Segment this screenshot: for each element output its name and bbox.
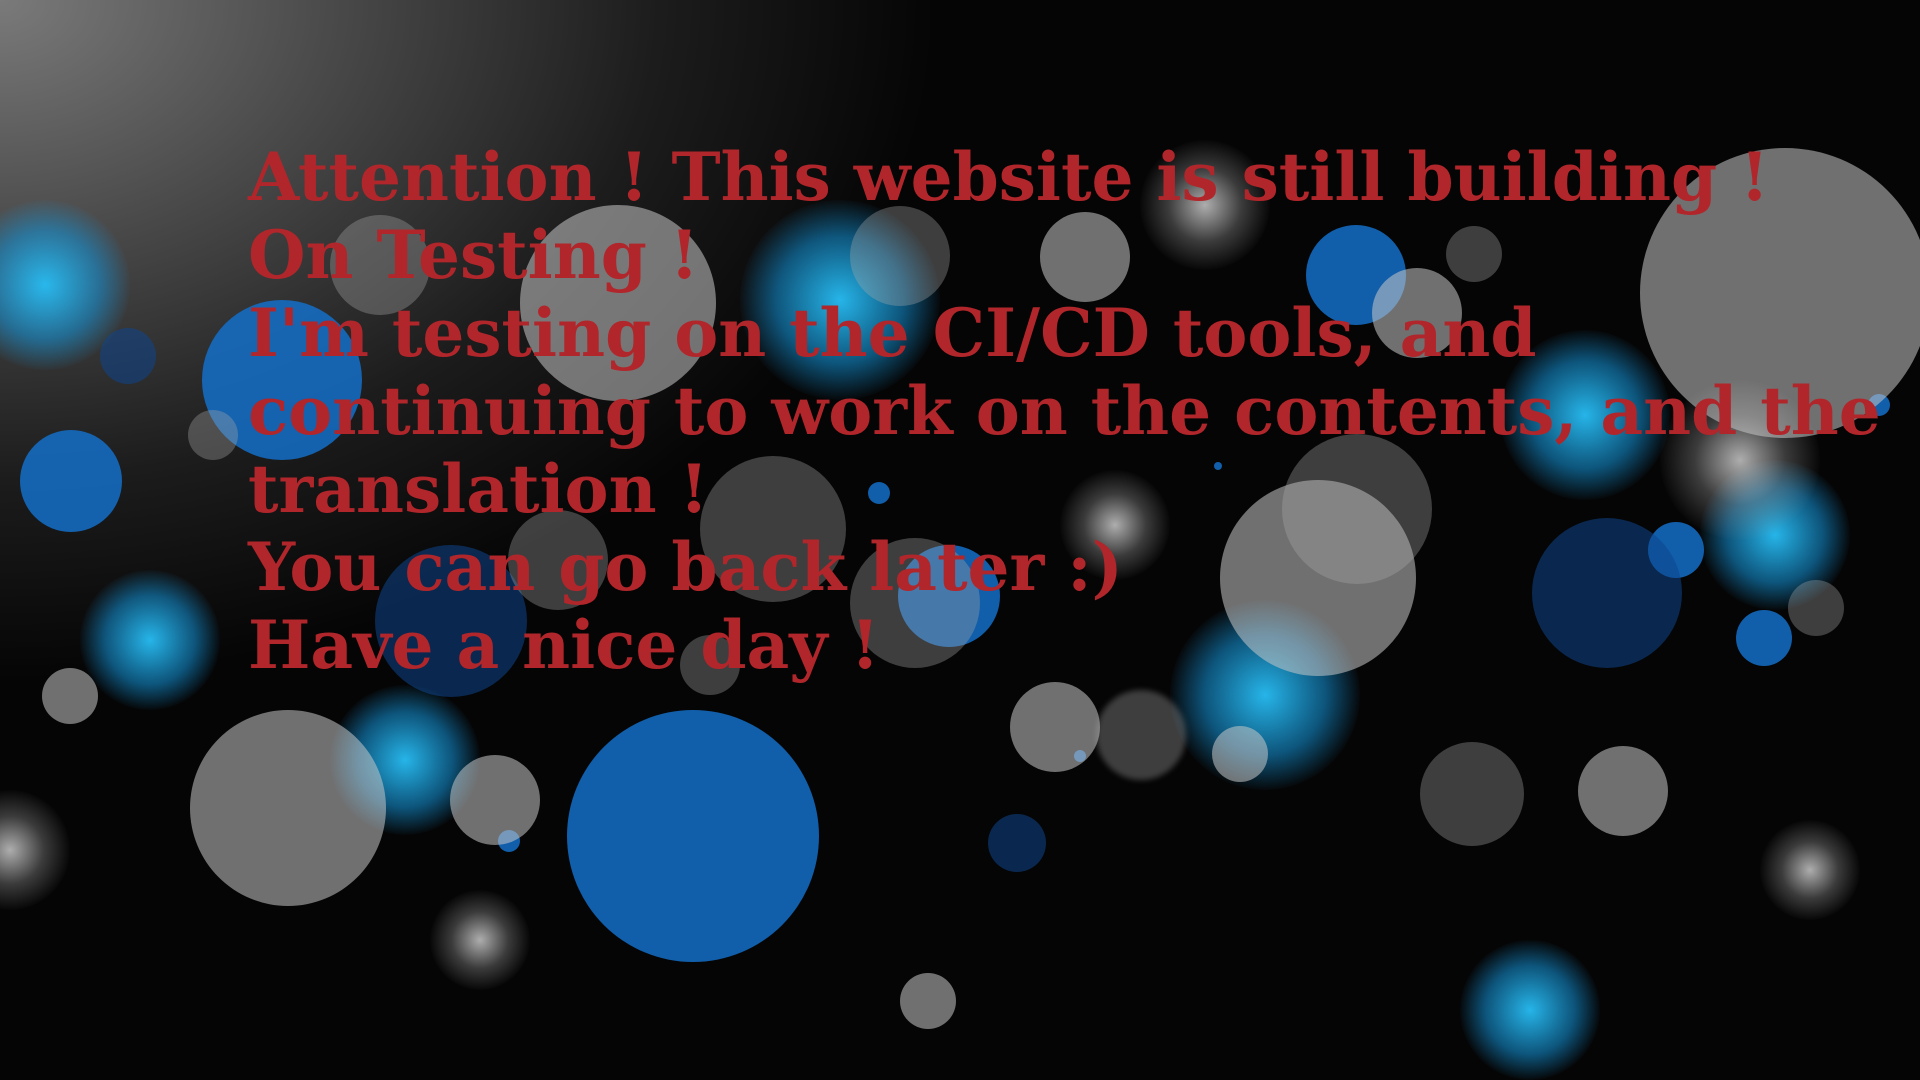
- bokeh-circle: [42, 668, 98, 724]
- bokeh-circle: [988, 814, 1046, 872]
- bokeh-circle: [188, 410, 238, 460]
- bokeh-circle: [567, 710, 819, 962]
- bokeh-circle: [190, 710, 386, 906]
- bokeh-circle: [1460, 940, 1600, 1080]
- notice-line-contents: continuing to work on the contents, and …: [248, 372, 1881, 450]
- bokeh-circle: [80, 570, 220, 710]
- notice-line-translation: translation !: [248, 450, 709, 528]
- bokeh-circle: [430, 890, 530, 990]
- background-stage: Attention ! This website is still buildi…: [0, 0, 1920, 1080]
- bokeh-circle: [1420, 742, 1524, 846]
- construction-notice: Attention ! This website is still buildi…: [248, 138, 1881, 684]
- bokeh-circle: [1578, 746, 1668, 836]
- bokeh-circle: [1010, 682, 1100, 772]
- notice-line-attention: Attention ! This website is still buildi…: [248, 138, 1770, 216]
- notice-line-cicd: I'm testing on the CI/CD tools, and: [248, 294, 1537, 372]
- bokeh-circle: [450, 755, 540, 845]
- bokeh-circle: [100, 328, 156, 384]
- bokeh-circle: [1096, 690, 1186, 780]
- bokeh-circle: [20, 430, 122, 532]
- bokeh-circle: [0, 790, 70, 910]
- notice-line-nice-day: Have a nice day !: [248, 606, 880, 684]
- bokeh-circle: [1212, 726, 1268, 782]
- notice-line-go-back: You can go back later :): [248, 528, 1123, 606]
- notice-line-testing: On Testing !: [248, 216, 699, 294]
- bokeh-circle: [1760, 820, 1860, 920]
- bokeh-circle: [900, 973, 956, 1029]
